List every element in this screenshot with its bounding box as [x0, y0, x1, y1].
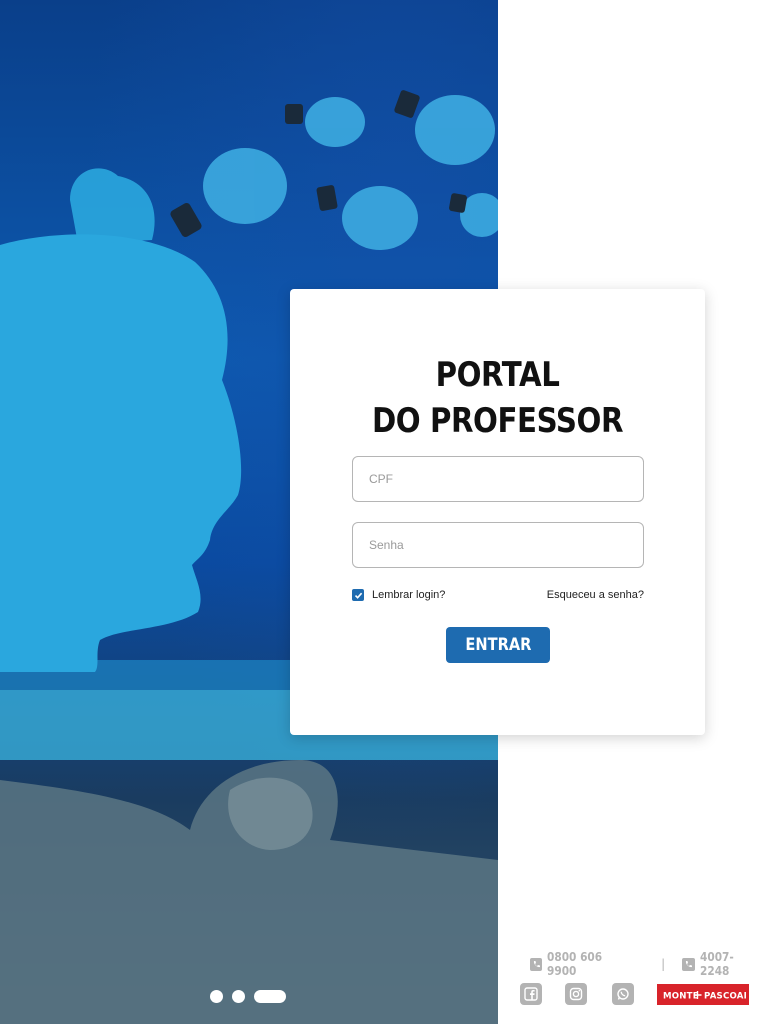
login-button-label: ENTRAR — [464, 635, 532, 655]
svg-text:MONTE: MONTE — [663, 991, 699, 1001]
contact-bar: 0800 606 9900 | 4007-2248 — [530, 950, 768, 978]
checkbox-checked-icon[interactable] — [352, 589, 364, 601]
facebook-icon[interactable] — [520, 983, 542, 1005]
contact-separator: | — [661, 957, 666, 971]
remember-login-label: Lembrar login? — [372, 589, 446, 601]
password-input[interactable] — [352, 522, 644, 568]
phone-contact-2[interactable]: 4007-2248 — [682, 950, 768, 978]
login-button[interactable]: ENTRAR — [446, 627, 550, 663]
phone-number-2: 4007-2248 — [699, 950, 734, 978]
cpf-input[interactable] — [352, 456, 644, 502]
phone-number-1: 0800 606 9900 — [547, 950, 603, 978]
carousel-pager — [210, 990, 286, 1003]
page-title: PORTAL DO PROFESSOR — [319, 352, 676, 444]
page-title-line-1: PORTAL — [435, 355, 560, 395]
forgot-password-link[interactable]: Esqueceu a senha? — [547, 589, 644, 601]
phone-icon — [530, 957, 543, 971]
brand-wordmark: MONTE PASCOAL — [663, 990, 746, 1001]
carousel-dot-2[interactable] — [232, 990, 245, 1003]
phone-icon — [682, 957, 695, 971]
instagram-icon[interactable] — [565, 983, 587, 1005]
monte-pascoal-logo[interactable]: MONTE PASCOAL — [657, 984, 749, 1005]
carousel-dot-active[interactable] — [254, 990, 286, 1003]
carousel-dot-1[interactable] — [210, 990, 223, 1003]
page-title-line-2: DO PROFESSOR — [371, 401, 624, 441]
whatsapp-icon[interactable] — [612, 983, 634, 1005]
svg-text:PASCOAL: PASCOAL — [704, 991, 746, 1001]
phone-contact-1[interactable]: 0800 606 9900 — [530, 950, 643, 978]
remember-login-toggle[interactable]: Lembrar login? — [352, 589, 445, 601]
